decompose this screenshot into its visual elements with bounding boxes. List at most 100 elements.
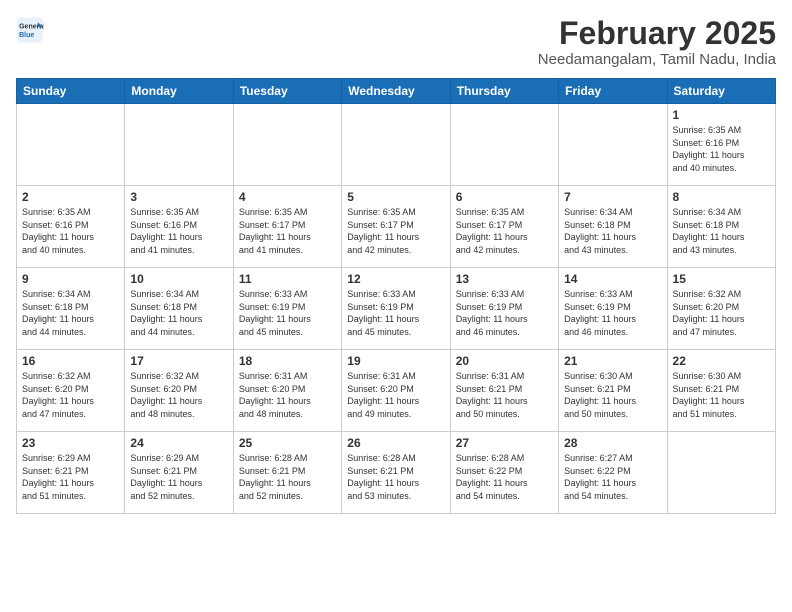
calendar-cell: 11 Sunrise: 6:33 AM Sunset: 6:19 PM Dayli… (233, 268, 341, 350)
day-number: 16 (22, 354, 119, 368)
col-header-monday: Monday (125, 79, 233, 104)
day-info: Sunrise: 6:28 AM Sunset: 6:21 PM Dayligh… (239, 452, 336, 502)
calendar-cell: 2 Sunrise: 6:35 AM Sunset: 6:16 PM Daylig… (17, 186, 125, 268)
calendar-cell (233, 104, 341, 186)
day-number: 14 (564, 272, 661, 286)
calendar-cell: 14 Sunrise: 6:33 AM Sunset: 6:19 PM Dayli… (559, 268, 667, 350)
col-header-wednesday: Wednesday (342, 79, 450, 104)
day-number: 4 (239, 190, 336, 204)
col-header-tuesday: Tuesday (233, 79, 341, 104)
calendar-cell (667, 432, 775, 514)
col-header-saturday: Saturday (667, 79, 775, 104)
day-number: 15 (673, 272, 770, 286)
calendar-cell: 19 Sunrise: 6:31 AM Sunset: 6:20 PM Dayli… (342, 350, 450, 432)
day-info: Sunrise: 6:34 AM Sunset: 6:18 PM Dayligh… (130, 288, 227, 338)
day-number: 28 (564, 436, 661, 450)
day-number: 6 (456, 190, 553, 204)
day-info: Sunrise: 6:35 AM Sunset: 6:17 PM Dayligh… (456, 206, 553, 256)
calendar-week-4: 23Sunrise: 6:29 AM Sunset: 6:21 PM Dayli… (17, 432, 776, 514)
day-number: 27 (456, 436, 553, 450)
calendar-week-3: 16 Sunrise: 6:32 AM Sunset: 6:20 PM Dayli… (17, 350, 776, 432)
day-number: 13 (456, 272, 553, 286)
calendar-cell: 17 Sunrise: 6:32 AM Sunset: 6:20 PM Dayli… (125, 350, 233, 432)
day-number: 5 (347, 190, 444, 204)
calendar-cell: 9 Sunrise: 6:34 AM Sunset: 6:18 PM Daylig… (17, 268, 125, 350)
day-info: Sunrise: 6:31 AM Sunset: 6:20 PM Dayligh… (347, 370, 444, 420)
calendar-cell: 25 Sunrise: 6:28 AM Sunset: 6:21 PM Dayli… (233, 432, 341, 514)
day-number: 11 (239, 272, 336, 286)
calendar-cell: 27 Sunrise: 6:28 AM Sunset: 6:22 PM Dayli… (450, 432, 558, 514)
svg-text:Blue: Blue (19, 32, 34, 39)
day-number: 17 (130, 354, 227, 368)
day-number: 20 (456, 354, 553, 368)
day-info: Sunrise: 6:33 AM Sunset: 6:19 PM Dayligh… (347, 288, 444, 338)
day-info: Sunrise: 6:35 AM Sunset: 6:16 PM Dayligh… (22, 206, 119, 256)
calendar-cell: 10 Sunrise: 6:34 AM Sunset: 6:18 PM Dayli… (125, 268, 233, 350)
day-number: 24 (130, 436, 227, 450)
day-info: Sunrise: 6:34 AM Sunset: 6:18 PM Dayligh… (22, 288, 119, 338)
svg-text:General: General (19, 23, 44, 30)
day-info: Sunrise: 6:35 AM Sunset: 6:17 PM Dayligh… (347, 206, 444, 256)
day-number: 25 (239, 436, 336, 450)
day-info: Sunrise: 6:31 AM Sunset: 6:21 PM Dayligh… (456, 370, 553, 420)
calendar-cell: 18 Sunrise: 6:31 AM Sunset: 6:20 PM Dayli… (233, 350, 341, 432)
day-info: Sunrise: 6:31 AM Sunset: 6:20 PM Dayligh… (239, 370, 336, 420)
calendar-week-2: 9 Sunrise: 6:34 AM Sunset: 6:18 PM Daylig… (17, 268, 776, 350)
calendar-cell: 4 Sunrise: 6:35 AM Sunset: 6:17 PM Daylig… (233, 186, 341, 268)
page-header: General Blue February 2025 Needamangalam… (16, 16, 776, 68)
logo-icon: General Blue (16, 16, 44, 44)
calendar-cell: 24Sunrise: 6:29 AM Sunset: 6:21 PM Dayli… (125, 432, 233, 514)
day-info: Sunrise: 6:34 AM Sunset: 6:18 PM Dayligh… (673, 206, 770, 256)
calendar-cell: 5 Sunrise: 6:35 AM Sunset: 6:17 PM Daylig… (342, 186, 450, 268)
calendar-cell (450, 104, 558, 186)
day-info: Sunrise: 6:28 AM Sunset: 6:21 PM Dayligh… (347, 452, 444, 502)
calendar-header-row: SundayMondayTuesdayWednesdayThursdayFrid… (17, 79, 776, 104)
calendar-cell: 1Sunrise: 6:35 AM Sunset: 6:16 PM Daylig… (667, 104, 775, 186)
day-number: 9 (22, 272, 119, 286)
calendar-cell: 16 Sunrise: 6:32 AM Sunset: 6:20 PM Dayli… (17, 350, 125, 432)
day-info: Sunrise: 6:32 AM Sunset: 6:20 PM Dayligh… (130, 370, 227, 420)
calendar-cell (17, 104, 125, 186)
calendar-cell (125, 104, 233, 186)
title-block: February 2025 Needamangalam, Tamil Nadu,… (538, 16, 776, 68)
calendar-cell: 26Sunrise: 6:28 AM Sunset: 6:21 PM Dayli… (342, 432, 450, 514)
day-info: Sunrise: 6:33 AM Sunset: 6:19 PM Dayligh… (564, 288, 661, 338)
day-number: 19 (347, 354, 444, 368)
calendar-cell (342, 104, 450, 186)
day-info: Sunrise: 6:28 AM Sunset: 6:22 PM Dayligh… (456, 452, 553, 502)
calendar-week-1: 2 Sunrise: 6:35 AM Sunset: 6:16 PM Daylig… (17, 186, 776, 268)
day-info: Sunrise: 6:32 AM Sunset: 6:20 PM Dayligh… (22, 370, 119, 420)
calendar-cell: 15 Sunrise: 6:32 AM Sunset: 6:20 PM Dayli… (667, 268, 775, 350)
day-info: Sunrise: 6:33 AM Sunset: 6:19 PM Dayligh… (239, 288, 336, 338)
day-number: 8 (673, 190, 770, 204)
day-number: 2 (22, 190, 119, 204)
day-number: 21 (564, 354, 661, 368)
day-number: 1 (673, 108, 770, 122)
day-info: Sunrise: 6:32 AM Sunset: 6:20 PM Dayligh… (673, 288, 770, 338)
calendar-cell: 7Sunrise: 6:34 AM Sunset: 6:18 PM Daylig… (559, 186, 667, 268)
calendar-cell: 3Sunrise: 6:35 AM Sunset: 6:16 PM Daylig… (125, 186, 233, 268)
calendar-cell: 6 Sunrise: 6:35 AM Sunset: 6:17 PM Daylig… (450, 186, 558, 268)
day-number: 10 (130, 272, 227, 286)
day-number: 22 (673, 354, 770, 368)
calendar-cell: 23Sunrise: 6:29 AM Sunset: 6:21 PM Dayli… (17, 432, 125, 514)
day-info: Sunrise: 6:30 AM Sunset: 6:21 PM Dayligh… (673, 370, 770, 420)
month-title: February 2025 (538, 16, 776, 51)
calendar-cell: 20 Sunrise: 6:31 AM Sunset: 6:21 PM Dayli… (450, 350, 558, 432)
calendar-cell: 12 Sunrise: 6:33 AM Sunset: 6:19 PM Dayli… (342, 268, 450, 350)
col-header-friday: Friday (559, 79, 667, 104)
calendar-table: SundayMondayTuesdayWednesdayThursdayFrid… (16, 78, 776, 514)
calendar-week-0: 1Sunrise: 6:35 AM Sunset: 6:16 PM Daylig… (17, 104, 776, 186)
col-header-thursday: Thursday (450, 79, 558, 104)
calendar-cell: 13Sunrise: 6:33 AM Sunset: 6:19 PM Dayli… (450, 268, 558, 350)
day-number: 18 (239, 354, 336, 368)
day-info: Sunrise: 6:35 AM Sunset: 6:17 PM Dayligh… (239, 206, 336, 256)
col-header-sunday: Sunday (17, 79, 125, 104)
location-title: Needamangalam, Tamil Nadu, India (538, 51, 776, 68)
calendar-cell: 22 Sunrise: 6:30 AM Sunset: 6:21 PM Dayli… (667, 350, 775, 432)
day-number: 12 (347, 272, 444, 286)
calendar-cell (559, 104, 667, 186)
logo: General Blue (16, 16, 44, 44)
day-info: Sunrise: 6:30 AM Sunset: 6:21 PM Dayligh… (564, 370, 661, 420)
day-number: 23 (22, 436, 119, 450)
